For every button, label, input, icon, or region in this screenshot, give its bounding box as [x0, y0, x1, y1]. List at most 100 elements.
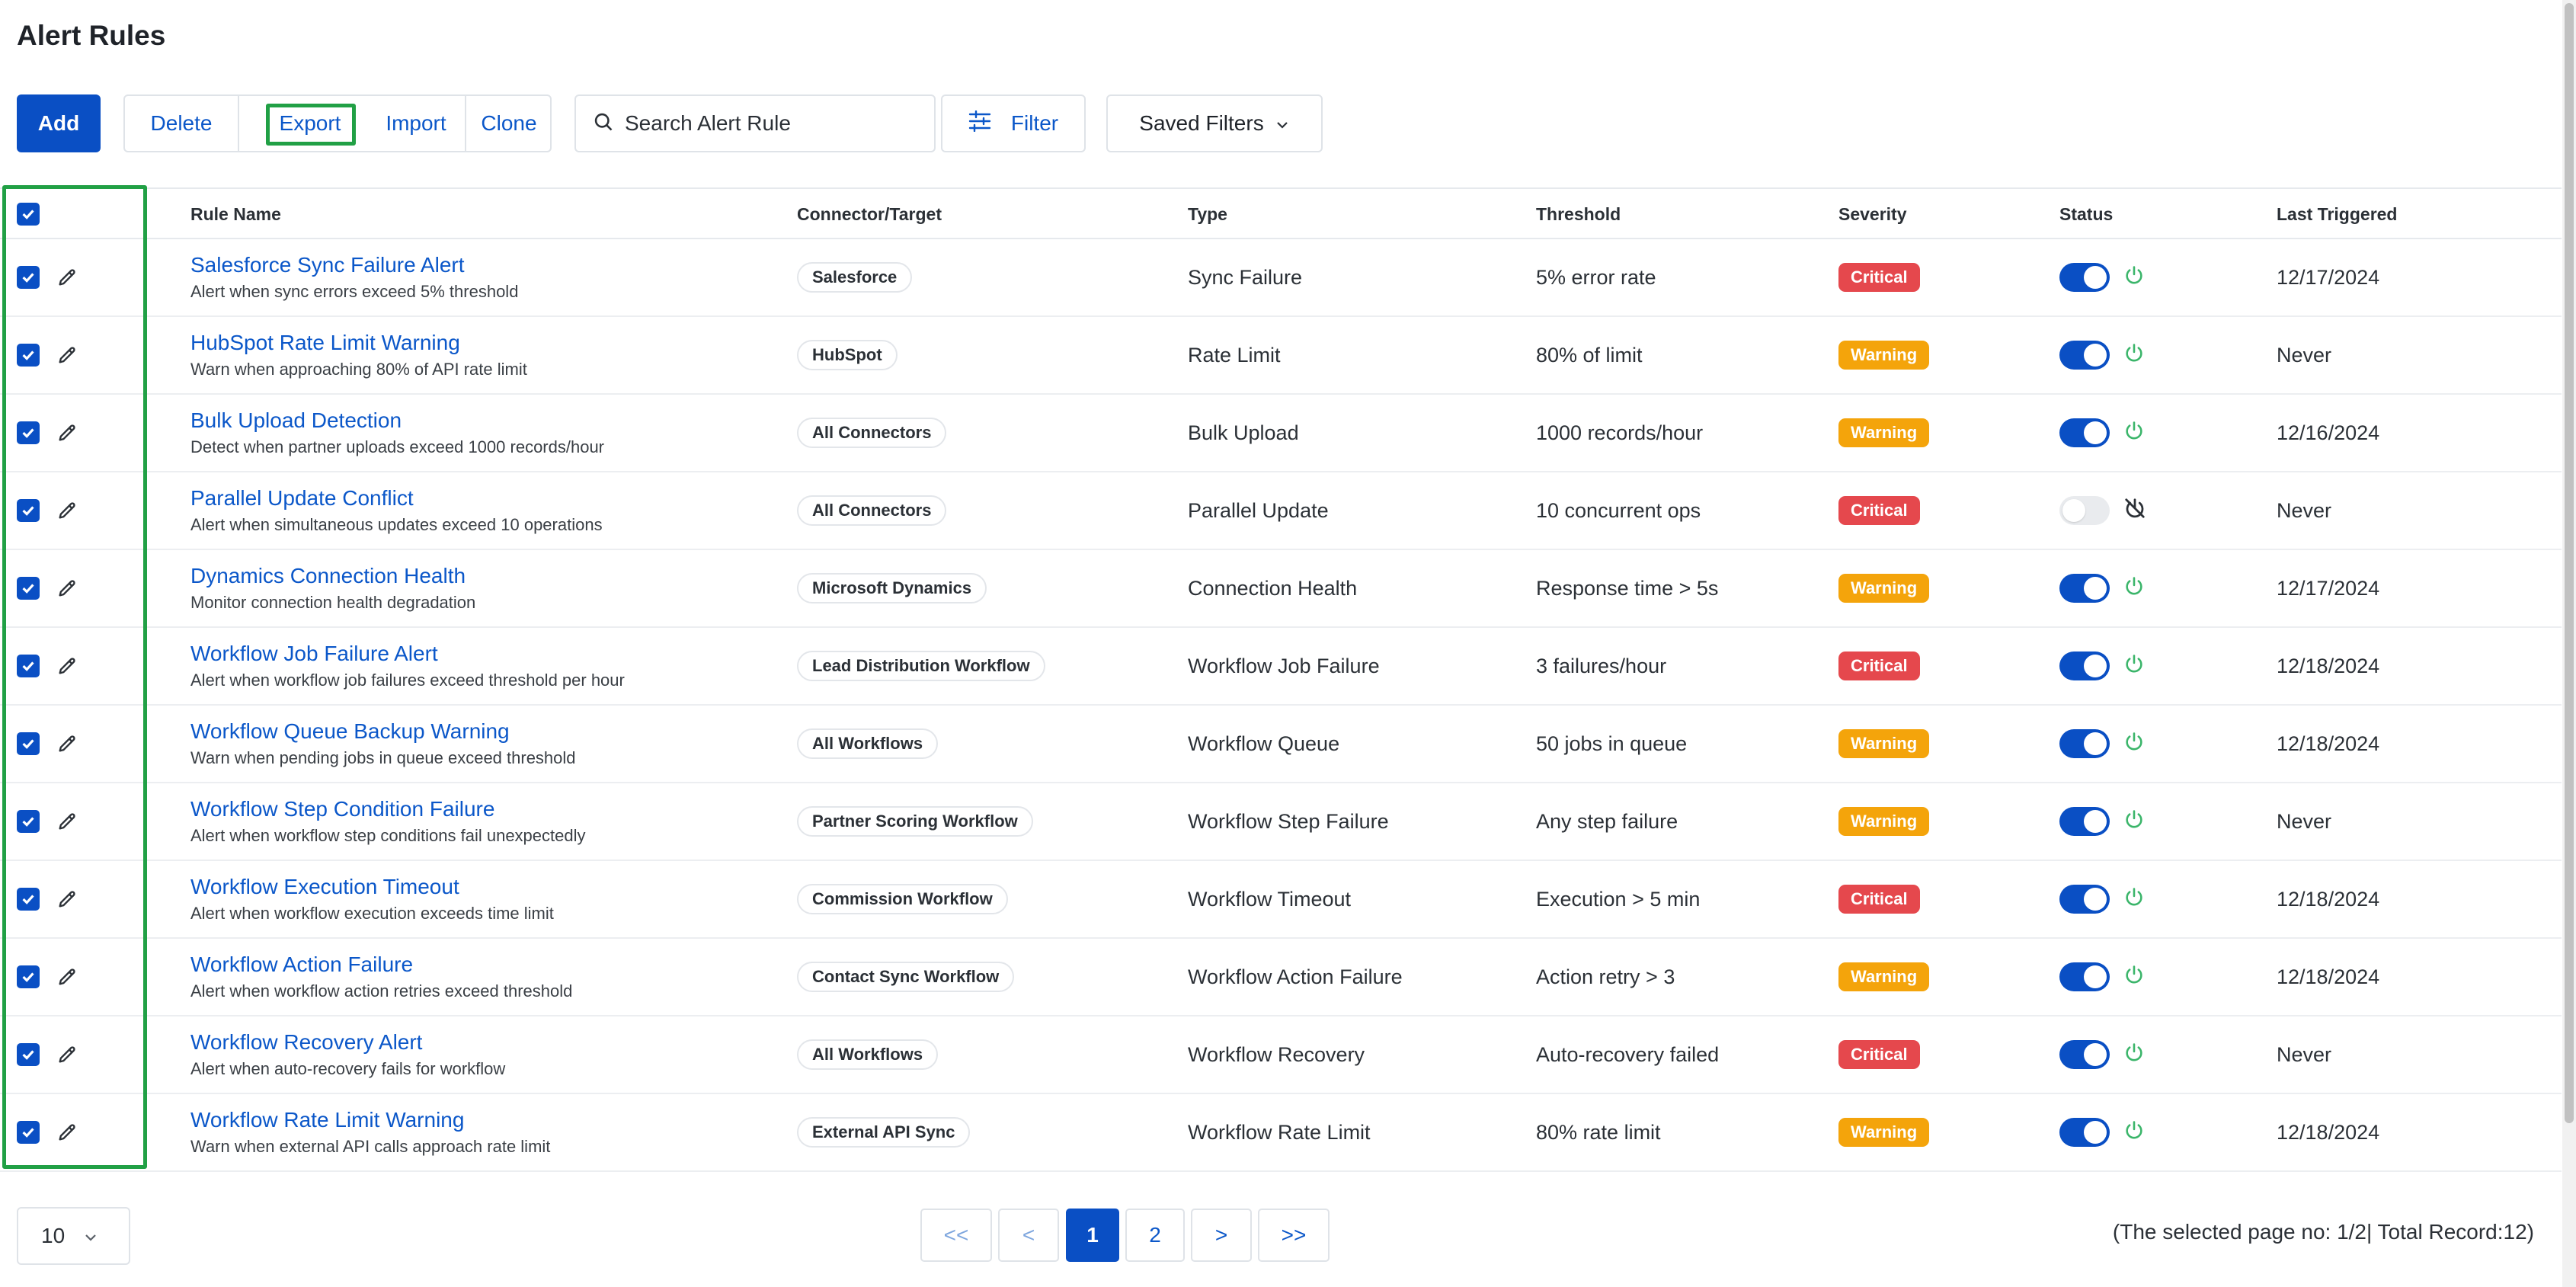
toggle-knob — [2062, 499, 2085, 522]
column-header-last-triggered[interactable]: Last Triggered — [2277, 189, 2397, 239]
rule-name-link[interactable]: Workflow Recovery Alert — [190, 1030, 422, 1055]
rule-name-link[interactable]: Dynamics Connection Health — [190, 564, 466, 588]
row-checkbox[interactable] — [17, 317, 40, 393]
rule-name-link[interactable]: Workflow Rate Limit Warning — [190, 1108, 464, 1132]
toggle-knob — [2084, 421, 2107, 444]
connector-chip: Contact Sync Workflow — [797, 962, 1015, 992]
checkbox-checked-icon — [17, 1121, 40, 1144]
page-size-value: 10 — [41, 1224, 66, 1247]
connector-cell: External API Sync — [797, 1094, 971, 1170]
edit-button[interactable] — [55, 317, 79, 393]
status-toggle[interactable] — [2059, 496, 2110, 525]
row-checkbox[interactable] — [17, 395, 40, 471]
severity-badge: Warning — [1838, 729, 1930, 758]
edit-button[interactable] — [55, 939, 79, 1015]
saved-filters-dropdown[interactable]: Saved Filters — [1106, 94, 1323, 152]
status-toggle[interactable] — [2059, 885, 2110, 914]
edit-button[interactable] — [55, 706, 79, 782]
edit-button[interactable] — [55, 239, 79, 315]
pencil-icon — [55, 498, 79, 523]
rule-name-link[interactable]: Workflow Step Condition Failure — [190, 797, 494, 821]
rule-name-link[interactable]: Workflow Job Failure Alert — [190, 642, 438, 666]
scrollbar-thumb[interactable] — [2565, 3, 2574, 1123]
power-on-icon — [2123, 1042, 2145, 1068]
rule-name-link[interactable]: Parallel Update Conflict — [190, 486, 414, 511]
rule-name-link[interactable]: Workflow Execution Timeout — [190, 875, 459, 899]
edit-button[interactable] — [55, 550, 79, 626]
page-1-button[interactable]: 1 — [1066, 1209, 1119, 1262]
edit-button[interactable] — [55, 628, 79, 704]
row-checkbox[interactable] — [17, 239, 40, 315]
row-checkbox[interactable] — [17, 628, 40, 704]
rule-name-link[interactable]: Workflow Action Failure — [190, 952, 413, 977]
status-toggle[interactable] — [2059, 652, 2110, 680]
threshold-cell: 50 jobs in queue — [1536, 732, 1688, 755]
checkbox-checked-icon — [17, 577, 40, 600]
status-toggle[interactable] — [2059, 574, 2110, 603]
page-2-button[interactable]: 2 — [1125, 1209, 1185, 1262]
status-toggle[interactable] — [2059, 807, 2110, 836]
edit-button[interactable] — [55, 472, 79, 549]
row-checkbox[interactable] — [17, 550, 40, 626]
rule-name-link[interactable]: Workflow Queue Backup Warning — [190, 719, 510, 744]
status-toggle[interactable] — [2059, 341, 2110, 370]
severity-cell: Critical — [1838, 239, 1920, 315]
page-size-select[interactable]: 10 — [17, 1207, 130, 1265]
threshold-cell: Execution > 5 min — [1536, 887, 1701, 911]
rule-name-link[interactable]: Bulk Upload Detection — [190, 408, 402, 433]
delete-button[interactable]: Delete — [125, 96, 239, 151]
status-toggle[interactable] — [2059, 962, 2110, 991]
column-header-connector[interactable]: Connector/Target — [797, 189, 942, 239]
power-on-icon — [2123, 964, 2145, 991]
column-header-threshold[interactable]: Threshold — [1536, 189, 1621, 239]
column-header-severity[interactable]: Severity — [1838, 189, 1907, 239]
rule-name-link[interactable]: HubSpot Rate Limit Warning — [190, 331, 460, 355]
pencil-icon — [55, 1120, 79, 1145]
status-toggle[interactable] — [2059, 1040, 2110, 1069]
row-checkbox[interactable] — [17, 861, 40, 937]
severity-cell: Critical — [1838, 628, 1920, 704]
edit-button[interactable] — [55, 1094, 79, 1170]
vertical-scrollbar[interactable] — [2562, 0, 2576, 1287]
row-checkbox[interactable] — [17, 472, 40, 549]
add-button[interactable]: Add — [17, 94, 101, 152]
edit-button[interactable] — [55, 1016, 79, 1093]
edit-button[interactable] — [55, 861, 79, 937]
search-box[interactable] — [574, 94, 936, 152]
status-toggle[interactable] — [2059, 729, 2110, 758]
rule-name-cell: Workflow Recovery Alert Alert when auto-r… — [190, 1016, 505, 1093]
toggle-knob — [2084, 732, 2107, 755]
prev-page-button[interactable]: < — [998, 1209, 1059, 1262]
connector-chip: HubSpot — [797, 340, 898, 370]
select-all-checkbox[interactable] — [17, 189, 40, 239]
filter-button[interactable]: Filter — [941, 94, 1086, 152]
rule-name-link[interactable]: Salesforce Sync Failure Alert — [190, 253, 465, 277]
toggle-knob — [2084, 888, 2107, 911]
status-toggle[interactable] — [2059, 1118, 2110, 1147]
row-checkbox[interactable] — [17, 783, 40, 860]
edit-button[interactable] — [55, 783, 79, 860]
column-header-status[interactable]: Status — [2059, 189, 2113, 239]
rule-description: Alert when workflow step conditions fail… — [190, 826, 586, 845]
table-row: Bulk Upload Detection Detect when partner… — [0, 395, 2562, 472]
row-checkbox[interactable] — [17, 1016, 40, 1093]
status-toggle[interactable] — [2059, 418, 2110, 447]
edit-button[interactable] — [55, 395, 79, 471]
severity-badge: Warning — [1838, 962, 1930, 991]
first-page-button[interactable]: << — [920, 1209, 992, 1262]
last-page-button[interactable]: >> — [1258, 1209, 1330, 1262]
severity-badge: Critical — [1838, 263, 1920, 292]
row-checkbox[interactable] — [17, 939, 40, 1015]
column-header-type[interactable]: Type — [1188, 189, 1227, 239]
column-header-rule-name[interactable]: Rule Name — [190, 189, 281, 239]
row-checkbox[interactable] — [17, 1094, 40, 1170]
clone-button[interactable]: Clone — [466, 96, 552, 151]
search-input[interactable] — [625, 111, 914, 136]
export-button[interactable]: Export — [253, 96, 367, 151]
import-button[interactable]: Import — [367, 96, 466, 151]
status-toggle[interactable] — [2059, 263, 2110, 292]
table-row: Workflow Queue Backup Warning Warn when p… — [0, 706, 2562, 783]
next-page-button[interactable]: > — [1191, 1209, 1252, 1262]
row-checkbox[interactable] — [17, 706, 40, 782]
power-on-icon — [2123, 1119, 2145, 1146]
